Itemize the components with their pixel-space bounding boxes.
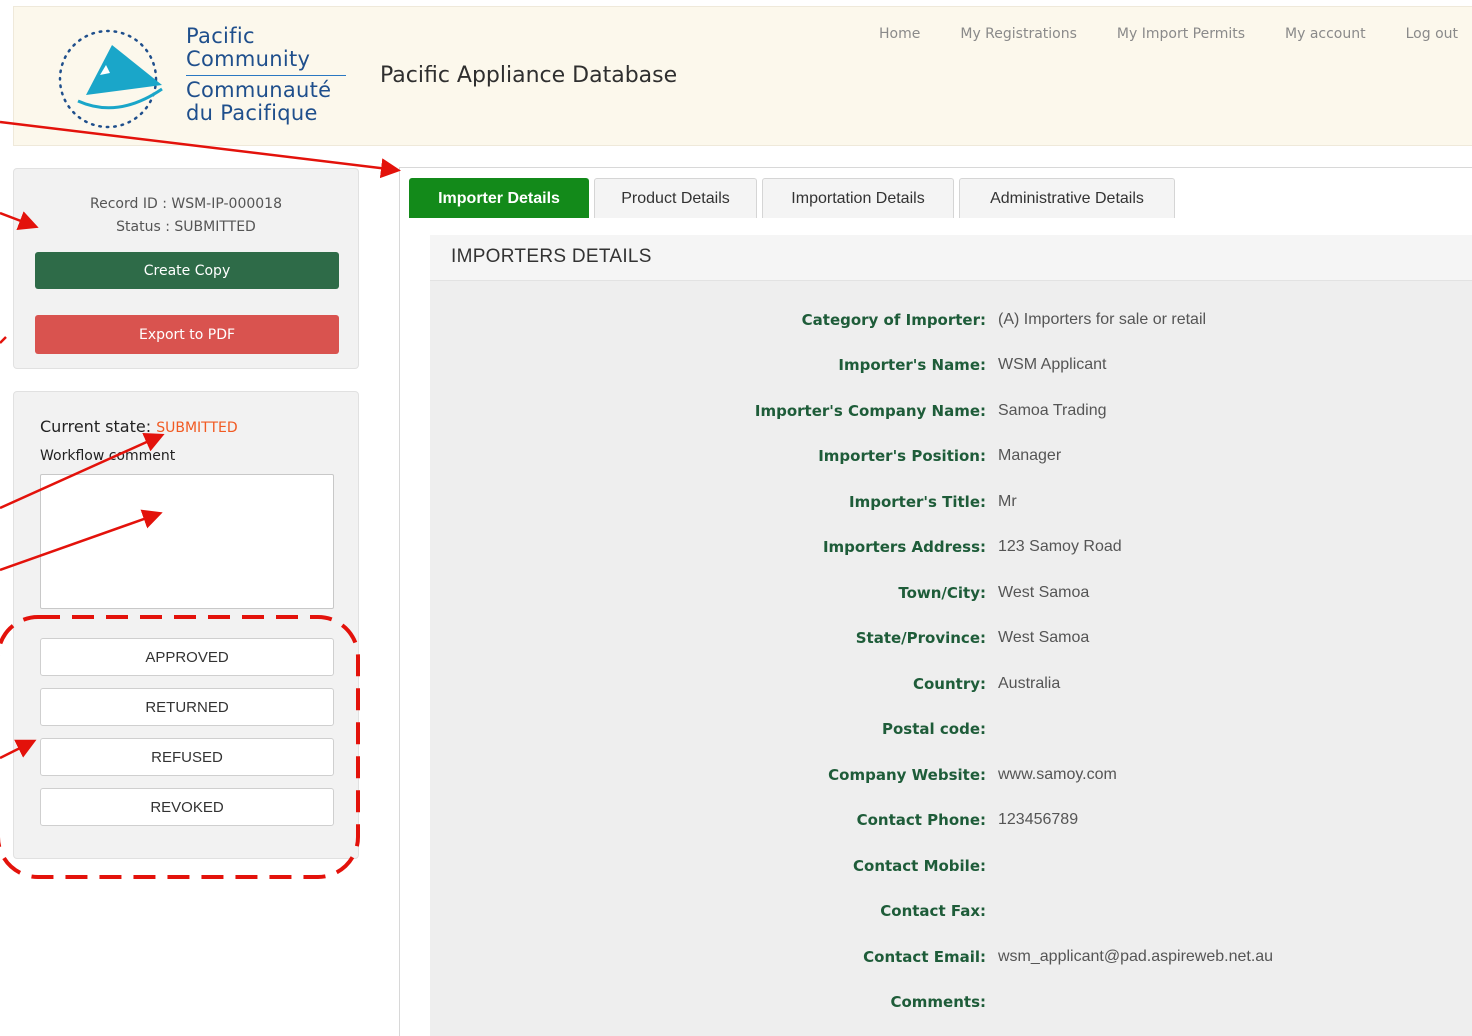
section-title: IMPORTERS DETAILS bbox=[451, 246, 652, 267]
field-value: Samoa Trading bbox=[998, 402, 1107, 419]
logo-line-4: du Pacifique bbox=[186, 101, 318, 125]
top-navigation: Home My Registrations My Import Permits … bbox=[839, 26, 1458, 42]
field-row: Postal code: bbox=[430, 720, 1472, 744]
tab-administrative-details[interactable]: Administrative Details bbox=[959, 178, 1175, 218]
field-row: Importer's Name: WSM Applicant bbox=[430, 356, 1472, 380]
field-value: West Samoa bbox=[998, 629, 1090, 646]
nav-my-import-permits[interactable]: My Import Permits bbox=[1117, 26, 1245, 42]
nav-my-registrations[interactable]: My Registrations bbox=[960, 26, 1077, 42]
nav-my-account[interactable]: My account bbox=[1285, 26, 1366, 42]
field-value: www.samoy.com bbox=[998, 766, 1117, 783]
export-pdf-button[interactable]: Export to PDF bbox=[35, 315, 339, 354]
logo-line-3: Communauté bbox=[186, 78, 332, 102]
field-row: Contact Phone: 123456789 bbox=[430, 811, 1472, 835]
tab-importation-details[interactable]: Importation Details bbox=[762, 178, 954, 218]
create-copy-button[interactable]: Create Copy bbox=[35, 252, 339, 289]
field-label: Category of Importer: bbox=[801, 311, 986, 329]
field-label: Importer's Company Name: bbox=[754, 402, 986, 420]
returned-button[interactable]: RETURNED bbox=[40, 688, 334, 726]
field-row: Importer's Title: Mr bbox=[430, 493, 1472, 517]
field-label: Importer's Position: bbox=[818, 447, 986, 465]
field-label: Importer's Name: bbox=[838, 356, 986, 374]
tab-product-details[interactable]: Product Details bbox=[594, 178, 757, 218]
field-value: West Samoa bbox=[998, 584, 1090, 601]
current-state-label: Current state: bbox=[40, 417, 152, 436]
field-value: Manager bbox=[998, 447, 1062, 464]
field-label: Contact Fax: bbox=[880, 902, 986, 920]
field-label: Importer's Title: bbox=[849, 493, 986, 511]
logo-line-1: Pacific bbox=[186, 24, 255, 48]
workflow-comment-label: Workflow comment bbox=[40, 448, 176, 464]
field-label: Contact Mobile: bbox=[853, 857, 986, 875]
field-label: Postal code: bbox=[882, 720, 986, 738]
field-value: Mr bbox=[998, 493, 1017, 510]
refused-button[interactable]: REFUSED bbox=[40, 738, 334, 776]
field-label: Town/City: bbox=[898, 584, 986, 602]
workflow-comment-input[interactable] bbox=[40, 474, 334, 609]
field-row: Contact Mobile: bbox=[430, 857, 1472, 881]
nav-home[interactable]: Home bbox=[879, 26, 920, 42]
field-row: Importer's Position: Manager bbox=[430, 447, 1472, 471]
field-value: (A) Importers for sale or retail bbox=[998, 311, 1207, 328]
field-value: wsm_applicant@pad.aspireweb.net.au bbox=[998, 948, 1274, 965]
field-row: State/Province: West Samoa bbox=[430, 629, 1472, 653]
site-title: Pacific Appliance Database bbox=[380, 63, 678, 88]
field-label: Company Website: bbox=[828, 766, 986, 784]
field-value: 123 Samoy Road bbox=[998, 538, 1122, 555]
field-row: Importers Address: 123 Samoy Road bbox=[430, 538, 1472, 562]
tab-importer-details[interactable]: Importer Details bbox=[409, 178, 589, 218]
workflow-panel: Current state: SUBMITTED Workflow commen… bbox=[13, 391, 359, 859]
importer-details-section: IMPORTERS DETAILS Category of Importer: … bbox=[430, 235, 1472, 1036]
field-label: Contact Email: bbox=[863, 948, 986, 966]
field-label: Contact Phone: bbox=[856, 811, 986, 829]
field-row: Company Website: www.samoy.com bbox=[430, 766, 1472, 790]
section-header: IMPORTERS DETAILS bbox=[430, 235, 1472, 281]
field-row: Importer's Company Name: Samoa Trading bbox=[430, 402, 1472, 426]
current-state-value: SUBMITTED bbox=[156, 420, 238, 436]
revoked-button[interactable]: REVOKED bbox=[40, 788, 334, 826]
field-value: 123456789 bbox=[998, 811, 1079, 828]
field-label: Importers Address: bbox=[822, 538, 986, 556]
logo-divider bbox=[186, 75, 346, 76]
current-state: Current state: SUBMITTED bbox=[40, 417, 238, 436]
field-label: State/Province: bbox=[855, 629, 986, 647]
field-value: WSM Applicant bbox=[998, 356, 1107, 373]
record-status: Status : SUBMITTED bbox=[116, 219, 256, 235]
field-row: Contact Fax: bbox=[430, 902, 1472, 926]
field-label: Comments: bbox=[890, 993, 986, 1011]
field-row: Comments: bbox=[430, 993, 1472, 1017]
record-id: Record ID : WSM-IP-000018 bbox=[90, 196, 282, 212]
site-header: Pacific Community Communauté du Pacifiqu… bbox=[13, 6, 1472, 146]
field-row: Town/City: West Samoa bbox=[430, 584, 1472, 608]
annotation-arrow bbox=[0, 336, 7, 344]
record-panel: Record ID : WSM-IP-000018 Status : SUBMI… bbox=[13, 168, 359, 369]
approved-button[interactable]: APPROVED bbox=[40, 638, 334, 676]
field-row: Category of Importer: (A) Importers for … bbox=[430, 311, 1472, 335]
logo-text: Pacific Community Communauté du Pacifiqu… bbox=[186, 25, 351, 125]
field-row: Country: Australia bbox=[430, 675, 1472, 699]
field-value: Australia bbox=[998, 675, 1061, 692]
field-label: Country: bbox=[912, 675, 986, 693]
pacific-community-logo-icon bbox=[58, 29, 163, 129]
field-row: Contact Email: wsm_applicant@pad.aspirew… bbox=[430, 948, 1472, 972]
nav-log-out[interactable]: Log out bbox=[1406, 26, 1458, 42]
logo-line-2: Community bbox=[186, 47, 311, 71]
